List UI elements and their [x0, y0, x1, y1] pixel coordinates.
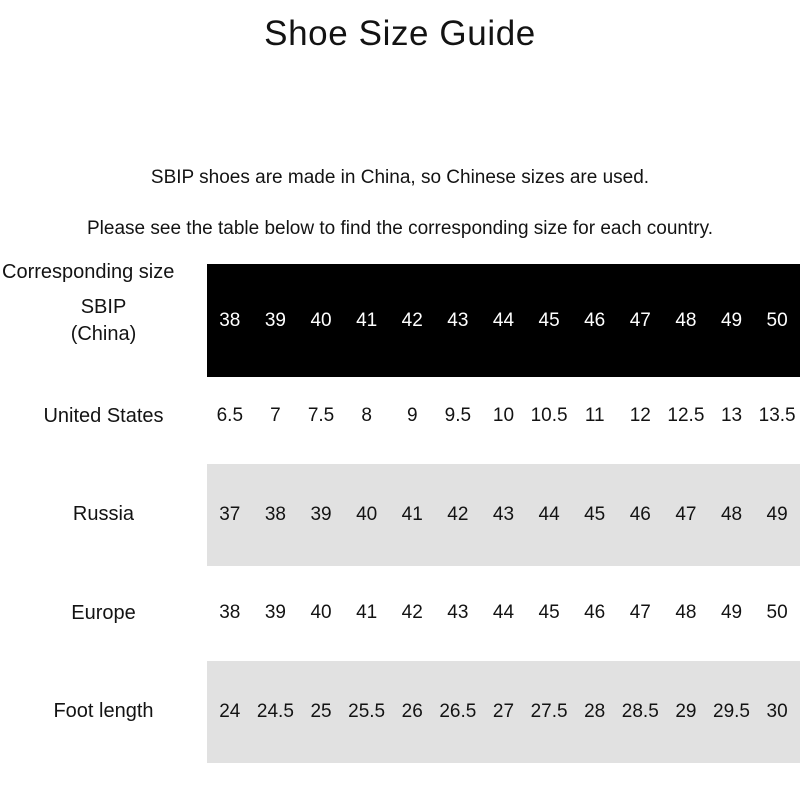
table-cell: 7.5 — [307, 405, 335, 426]
table-cell: 29.5 — [713, 700, 750, 722]
table-cell: 49 — [766, 503, 788, 525]
table-cell: 9.5 — [444, 405, 472, 426]
table-cell: 38 — [219, 602, 241, 623]
table-cell: 49 — [720, 602, 743, 623]
intro-line-2: Please see the table below to find the c… — [87, 218, 713, 239]
intro-line-1: SBIP shoes are made in China, so Chinese… — [150, 167, 650, 188]
table-cell: 10 — [492, 405, 515, 426]
row-cells: 38 39 40 41 42 43 44 45 46 47 48 49 50 — [207, 574, 800, 652]
table-cell: 48 — [675, 309, 697, 331]
table-cell: 47 — [629, 309, 651, 331]
table-cell: 45 — [584, 503, 606, 525]
table-cell: 46 — [629, 503, 651, 525]
table-cell: 42 — [447, 503, 469, 525]
table-cell: 45 — [538, 602, 560, 623]
table-cell: 11 — [584, 405, 605, 426]
table-cell: 41 — [401, 503, 423, 525]
table-cell: 24 — [219, 700, 241, 722]
table-cell: 12.5 — [667, 405, 705, 426]
row-label-line: United States — [43, 404, 164, 427]
table-cell: 27.5 — [530, 700, 568, 722]
table-cell: 26.5 — [439, 700, 477, 722]
table-cell: 9 — [406, 405, 418, 426]
row-label-line: (China) — [70, 322, 137, 345]
table-cell: 13.5 — [758, 405, 796, 426]
table-cell: 46 — [584, 602, 606, 623]
table-row: United States 6.5 7 7.5 8 9 9.5 10 10.5 11 12 12.5 1… — [0, 377, 800, 455]
table-cell: 50 — [766, 602, 788, 623]
table-cell: 40 — [310, 309, 332, 331]
table-cell: 48 — [720, 503, 743, 525]
table-cell: 28 — [584, 700, 606, 722]
table-cell: 41 — [356, 309, 378, 331]
row-label: Europe — [0, 600, 207, 626]
row-label: Foot length — [0, 698, 207, 724]
row-cells: 24 24.5 25 25.5 26 26.5 27 27.5 28 28.5 29 29.5 30 — [207, 660, 800, 763]
row-label-line: SBIP — [80, 296, 127, 319]
table-cell: 10.5 — [530, 405, 568, 426]
row-label-line: Russia — [72, 503, 135, 526]
table-cell: 50 — [766, 309, 788, 331]
table-cell: 39 — [310, 503, 332, 525]
row-cells: 37 38 39 40 41 42 43 44 45 46 47 48 49 — [207, 463, 800, 566]
corresponding-size-caption: Corresponding size — [2, 261, 175, 283]
table-cell: 37 — [219, 503, 241, 525]
table-cell: 13 — [720, 405, 743, 426]
row-label-line: Europe — [71, 601, 136, 624]
table-cell: 44 — [492, 602, 515, 623]
table-cell: 12 — [629, 405, 651, 426]
row-label: United States — [0, 403, 207, 429]
table-cell: 44 — [538, 503, 560, 525]
table-cell: 8 — [361, 405, 372, 426]
table-cell: 47 — [629, 602, 651, 623]
table-cell: 41 — [356, 602, 378, 623]
table-cell: 28.5 — [621, 700, 659, 722]
table-cell: 26 — [401, 700, 423, 722]
table-cell: 6.5 — [216, 405, 244, 426]
table-cell: 39 — [264, 602, 286, 623]
shoe-size-table: SBIP (China) 38 39 40 41 42 43 44 45 46 47 48 49 50 Uni… — [0, 258, 800, 771]
table-cell: 46 — [584, 309, 606, 331]
table-row: Europe 38 39 40 41 42 43 44 45 46 47 48 49 50 — [0, 574, 800, 652]
page-title: Shoe Size Guide — [264, 14, 536, 53]
table-cell: 29 — [675, 700, 697, 722]
table-cell: 30 — [766, 700, 788, 722]
table-cell: 25.5 — [348, 700, 386, 722]
table-cell: 43 — [447, 602, 469, 623]
table-cell: 43 — [492, 503, 515, 525]
table-cell: 24.5 — [256, 700, 294, 722]
table-cell: 40 — [310, 602, 332, 623]
row-cells: 38 39 40 41 42 43 44 45 46 47 48 49 50 — [207, 264, 800, 377]
table-cell: 38 — [264, 503, 286, 525]
table-cell: 25 — [310, 700, 332, 722]
table-cell: 47 — [675, 503, 697, 525]
table-cell: 45 — [538, 309, 560, 331]
table-cell: 39 — [264, 309, 286, 331]
row-label: Russia — [0, 501, 207, 527]
row-cells: 6.5 7 7.5 8 9 9.5 10 10.5 11 12 12.5 13 13.5 — [207, 377, 800, 455]
table-cell: 43 — [447, 309, 469, 331]
table-cell: 7 — [270, 405, 281, 426]
table-cell: 27 — [492, 700, 515, 722]
row-label-line: Foot length — [53, 700, 154, 723]
table-cell: 48 — [675, 602, 697, 623]
table-cell: 40 — [356, 503, 378, 525]
table-row: Foot length 24 24.5 25 25.5 26 26.5 27 27.5 28 28.… — [0, 652, 800, 771]
table-cell: 49 — [720, 309, 743, 331]
table-cell: 44 — [492, 309, 515, 331]
table-row: Russia 37 38 39 40 41 42 43 44 45 46 47 48 49 — [0, 455, 800, 574]
table-cell: 38 — [219, 309, 241, 331]
table-cell: 42 — [401, 309, 423, 331]
table-cell: 42 — [401, 602, 423, 623]
row-label: SBIP (China) — [0, 288, 207, 347]
